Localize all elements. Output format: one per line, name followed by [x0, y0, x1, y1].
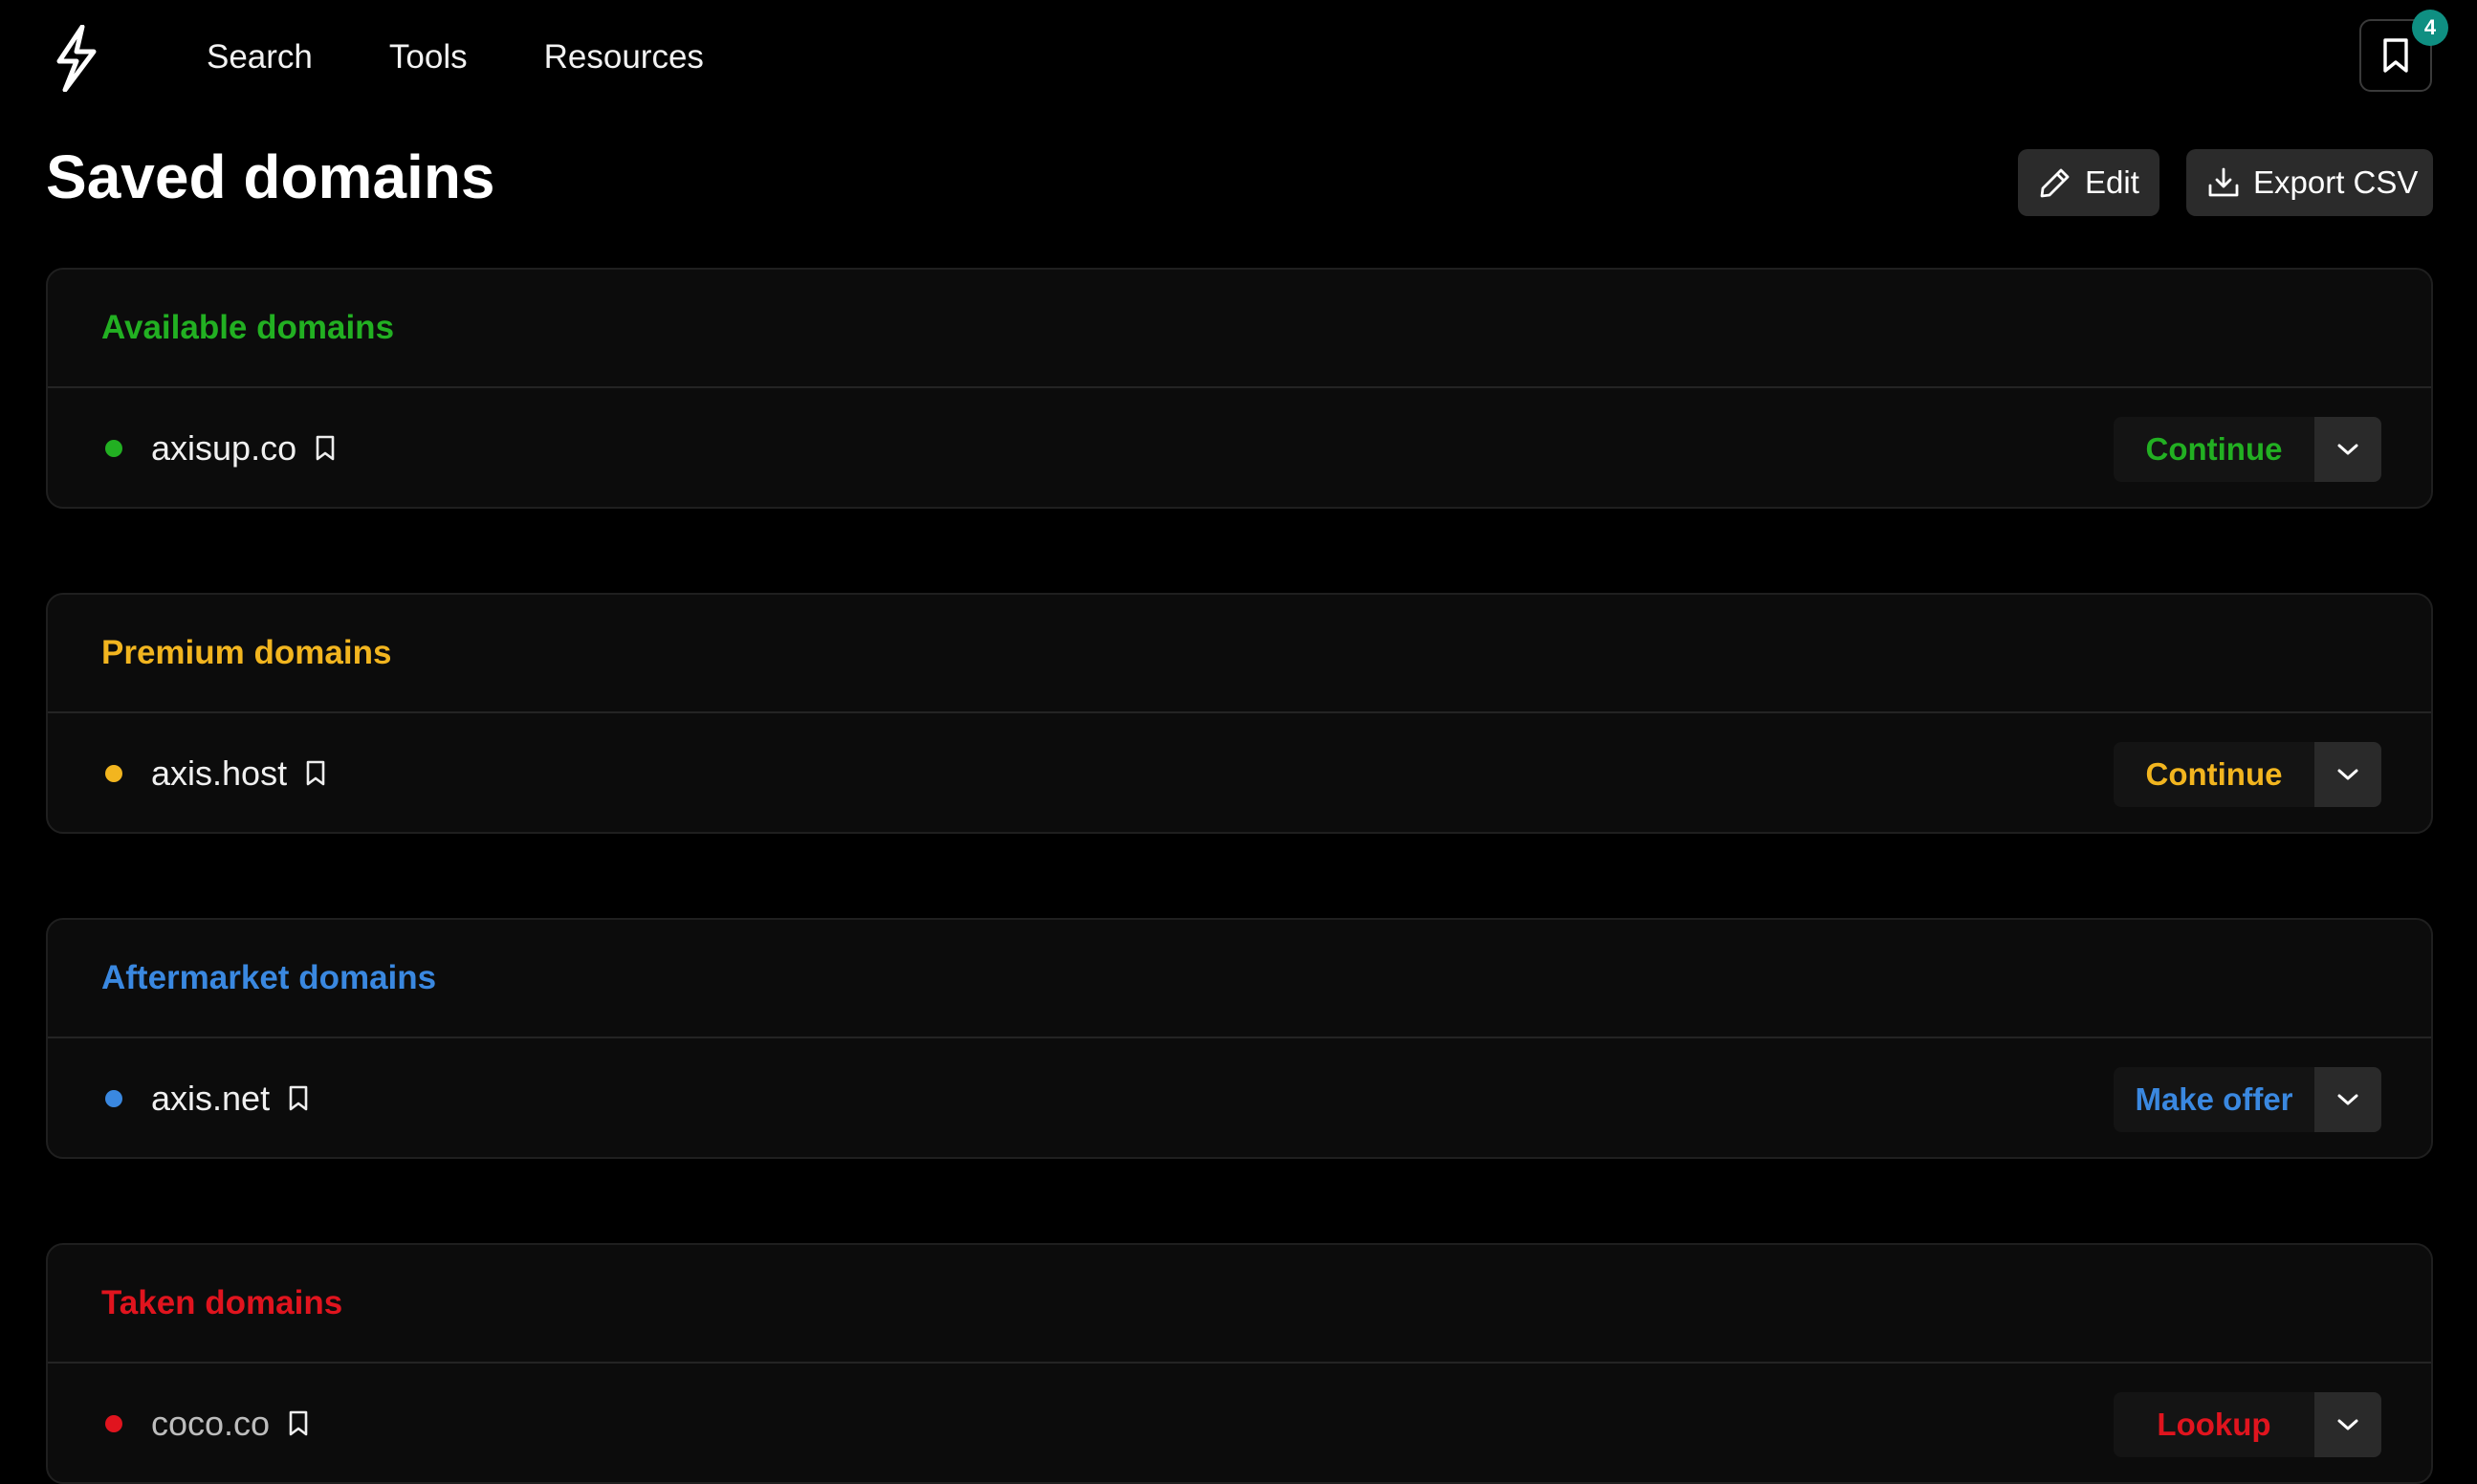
continue-button[interactable]: Continue: [2114, 742, 2314, 807]
chevron-down-icon: [2337, 1419, 2358, 1430]
bookmark-icon[interactable]: [314, 435, 337, 462]
domain-name[interactable]: axisup.co: [151, 428, 296, 469]
action-button-group: Make offer: [2114, 1067, 2381, 1132]
lookup-button[interactable]: Lookup: [2114, 1392, 2314, 1457]
aftermarket-domains-title: Aftermarket domains: [101, 959, 437, 996]
more-options-button[interactable]: [2314, 1392, 2381, 1457]
page-title: Saved domains: [46, 142, 495, 211]
download-icon: [2208, 167, 2239, 197]
taken-domains-title: Taken domains: [101, 1284, 343, 1321]
nav-links: Search Tools Resources: [207, 33, 780, 82]
card-header: Premium domains: [48, 595, 2431, 713]
more-options-button[interactable]: [2314, 417, 2381, 482]
page: Search Tools Resources 4 Saved domains E…: [0, 0, 2477, 1484]
card-header: Aftermarket domains: [48, 920, 2431, 1038]
chevron-down-icon: [2337, 444, 2358, 455]
card-header: Available domains: [48, 270, 2431, 388]
chevron-down-icon: [2337, 1094, 2358, 1105]
edit-button-label: Edit: [2085, 164, 2139, 200]
aftermarket-domains-card: Aftermarket domains axis.net Make offer: [46, 918, 2433, 1159]
premium-domains-card: Premium domains axis.host Continue: [46, 593, 2433, 834]
continue-button[interactable]: Continue: [2114, 417, 2314, 482]
domain-name[interactable]: axis.net: [151, 1079, 270, 1119]
more-options-button[interactable]: [2314, 1067, 2381, 1132]
chevron-down-icon: [2337, 769, 2358, 780]
bookmark-icon[interactable]: [287, 1085, 310, 1112]
status-dot: [105, 1415, 122, 1432]
make-offer-button[interactable]: Make offer: [2114, 1067, 2314, 1132]
action-button-group: Lookup: [2114, 1392, 2381, 1457]
saved-count-badge: 4: [2412, 10, 2448, 46]
export-csv-label: Export CSV: [2253, 164, 2419, 200]
domain-name[interactable]: coco.co: [151, 1404, 270, 1444]
premium-domains-title: Premium domains: [101, 634, 392, 671]
taken-domains-card: Taken domains coco.co Lookup: [46, 1243, 2433, 1484]
status-dot: [105, 765, 122, 782]
domain-row: axis.host Continue: [48, 713, 2431, 832]
available-domains-card: Available domains axisup.co Continue: [46, 268, 2433, 509]
nav-link-resources[interactable]: Resources: [544, 33, 704, 82]
bookmark-icon[interactable]: [304, 760, 327, 787]
domain-row: axisup.co Continue: [48, 388, 2431, 507]
action-button-group: Continue: [2114, 417, 2381, 482]
nav-link-tools[interactable]: Tools: [389, 33, 468, 82]
action-button-group: Continue: [2114, 742, 2381, 807]
edit-button[interactable]: Edit: [2018, 149, 2159, 216]
card-header: Taken domains: [48, 1245, 2431, 1364]
available-domains-title: Available domains: [101, 309, 395, 346]
more-options-button[interactable]: [2314, 742, 2381, 807]
top-nav: Search Tools Resources 4: [0, 0, 2477, 115]
export-csv-button[interactable]: Export CSV: [2186, 149, 2433, 216]
domain-name[interactable]: axis.host: [151, 753, 287, 794]
status-dot: [105, 440, 122, 457]
status-dot: [105, 1090, 122, 1107]
domain-row: coco.co Lookup: [48, 1364, 2431, 1482]
pencil-icon: [2040, 168, 2070, 198]
lightning-logo-icon[interactable]: [46, 25, 105, 92]
bookmark-icon[interactable]: [287, 1410, 310, 1437]
bookmark-icon: [2383, 38, 2408, 73]
domain-row: axis.net Make offer: [48, 1038, 2431, 1157]
nav-link-search[interactable]: Search: [207, 33, 313, 82]
